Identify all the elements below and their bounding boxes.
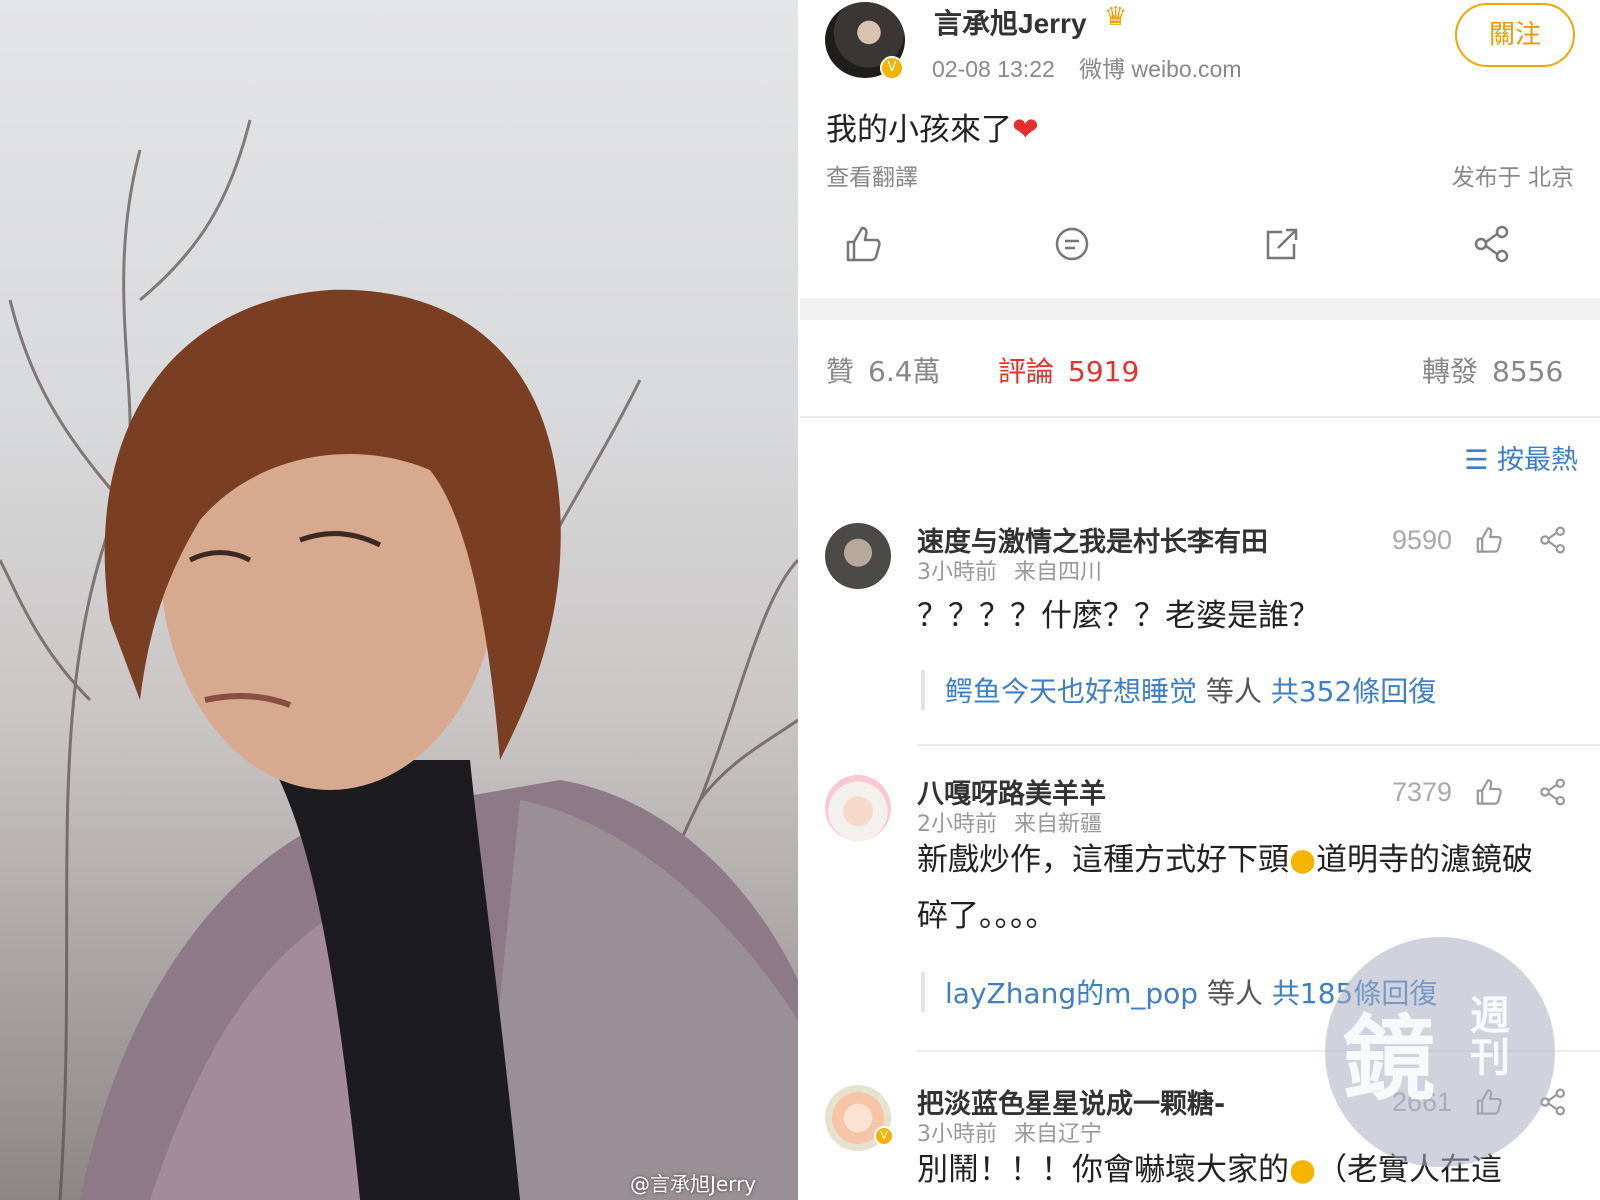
- follow-button[interactable]: 關注: [1455, 3, 1575, 67]
- reply-connector: 等人: [1197, 675, 1271, 708]
- comment-meta: 3小時前 来自四川: [917, 554, 1102, 586]
- reply-users: 鳄鱼今天也好想睡觉: [945, 675, 1198, 708]
- post-location: 发布于 北京: [1451, 165, 1574, 191]
- comment-text: ？？？？什麼？？老婆是誰？: [917, 598, 1320, 634]
- comment-like-icon[interactable]: [1472, 524, 1504, 556]
- reply-connector: 等人: [1198, 977, 1272, 1010]
- post-source: 微博 weibo.com: [1079, 56, 1242, 82]
- repost-icon[interactable]: [1260, 222, 1304, 266]
- crying-laugh-emoji-icon: ●: [1289, 1152, 1317, 1188]
- post-body: 我的小孩來了: [826, 112, 1012, 148]
- comment-icon[interactable]: [1050, 222, 1094, 266]
- section-gap: [800, 298, 1600, 320]
- verified-badge-icon: V: [880, 56, 904, 80]
- comment-time: 3小時前: [917, 560, 997, 585]
- mirror-logo-char: 鏡: [1343, 1006, 1436, 1113]
- comment-text: 新戲炒作，這種方式好下頭●道明寺的濾鏡破碎了。。。。: [917, 832, 1557, 944]
- reposts-stat[interactable]: 轉發 8556: [1422, 350, 1563, 390]
- likes-stat[interactable]: 贊 6.4萬: [826, 350, 941, 390]
- post-text: 我的小孩來了❤: [826, 104, 1039, 149]
- comment-replies[interactable]: 鳄鱼今天也好想睡觉 等人 共352條回復: [921, 670, 1436, 710]
- stats-row: 贊 6.4萬 評論 5919 轉發 8556: [800, 320, 1600, 418]
- commenter-avatar[interactable]: [825, 523, 891, 589]
- commenter-verified-icon: V: [874, 1126, 894, 1146]
- comment-like-icon[interactable]: [1472, 776, 1504, 808]
- like-icon[interactable]: [840, 222, 884, 266]
- mirror-logo-side: 週刊: [1470, 993, 1510, 1081]
- comment-share-icon[interactable]: [1537, 524, 1569, 556]
- translate-link[interactable]: 查看翻譯: [826, 158, 918, 192]
- comment-from: 来自四川: [1014, 560, 1103, 585]
- sort-label: 按最熱: [1497, 445, 1578, 476]
- post-timestamp: 02-08 13:22: [932, 56, 1055, 82]
- comment-separator: [917, 744, 1600, 746]
- photo-watermark: @言承旭Jerry: [630, 1172, 757, 1196]
- author-name[interactable]: 言承旭Jerry: [934, 2, 1087, 42]
- portrait-illustration: [0, 119, 798, 1200]
- comment-like-count: 9590: [1392, 525, 1453, 555]
- share-icon[interactable]: [1470, 222, 1514, 266]
- likes-label: 贊: [826, 355, 855, 388]
- post-photo[interactable]: @言承旭Jerry: [0, 0, 798, 1200]
- sort-toggle[interactable]: ☰ 按最熱: [1464, 438, 1578, 477]
- reposts-label: 轉發: [1422, 355, 1479, 388]
- post-meta: 02-08 13:22 微博 weibo.com: [932, 50, 1242, 84]
- awkward-emoji-icon: ●: [1289, 842, 1317, 878]
- comment-text-part1: 新戲炒作，這種方式好下頭: [917, 842, 1289, 878]
- crown-icon: ♛: [1104, 2, 1128, 32]
- comments-stat[interactable]: 評論 5919: [998, 350, 1139, 390]
- sort-icon: ☰: [1464, 445, 1489, 476]
- comment-share-icon[interactable]: [1537, 776, 1569, 808]
- commenter-avatar[interactable]: [825, 775, 891, 841]
- reply-users: layZhang的m_pop: [945, 977, 1199, 1010]
- comment-like-count: 7379: [1392, 777, 1453, 807]
- reposts-count: 8556: [1492, 355, 1564, 388]
- comments-label: 評論: [998, 355, 1055, 388]
- action-bar: [800, 210, 1600, 280]
- comment-text-part1: 別鬧！！！你會嚇壞大家的: [917, 1152, 1289, 1188]
- heart-icon: ❤: [1012, 110, 1039, 148]
- likes-count: 6.4萬: [868, 355, 941, 388]
- comments-count: 5919: [1068, 355, 1140, 388]
- reply-count: 共352條回復: [1270, 675, 1437, 708]
